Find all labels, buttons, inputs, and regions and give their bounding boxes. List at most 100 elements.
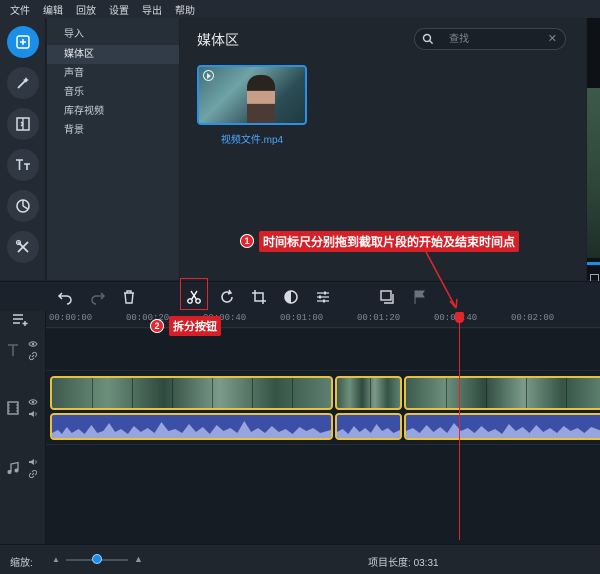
transitions-button[interactable]	[7, 108, 39, 140]
link-icon[interactable]	[28, 351, 38, 361]
time-ruler[interactable]: 00:00:00 00:00:20 00:00:40 00:01:00 00:0…	[46, 311, 600, 328]
menu-settings[interactable]: 设置	[109, 2, 129, 17]
preview-progress-bar[interactable]	[587, 262, 600, 265]
ruler-tick-label: 00:01:00	[280, 313, 324, 323]
preview-player	[587, 18, 600, 283]
project-length-value: 03:31	[413, 558, 439, 569]
clear-search-icon[interactable]: ✕	[548, 32, 557, 45]
music-track[interactable]	[46, 445, 600, 544]
ruler-tick-label: 00:02:00	[511, 313, 555, 323]
menu-file[interactable]: 文件	[10, 2, 30, 17]
clip-properties-button[interactable]	[313, 287, 333, 307]
music-note-icon	[7, 461, 19, 474]
flag-icon	[414, 290, 425, 304]
contrast-icon	[284, 290, 298, 304]
filters-button[interactable]	[7, 67, 39, 99]
audio-clip[interactable]	[404, 413, 600, 440]
color-adjust-button[interactable]	[281, 287, 301, 307]
text-track[interactable]	[46, 329, 600, 371]
zoom-in-icon[interactable]: ▲	[134, 554, 143, 564]
add-track-icon[interactable]	[12, 312, 30, 326]
menu-export[interactable]: 导出	[142, 2, 162, 17]
speaker-icon[interactable]	[28, 457, 38, 467]
timeline-tracks	[46, 329, 600, 544]
category-music[interactable]: 音乐	[47, 83, 179, 102]
project-length-label: 项目长度:	[368, 558, 411, 569]
titles-icon	[16, 159, 30, 170]
audio-waveform	[52, 421, 331, 438]
project-length: 项目长度: 03:31	[368, 554, 439, 569]
ruler-tick-label: 00:00:00	[49, 313, 93, 323]
category-media[interactable]: 媒体区	[47, 45, 179, 64]
rotate-icon	[221, 289, 233, 303]
speaker-icon[interactable]	[28, 409, 38, 419]
annotation-badge: 1	[240, 234, 254, 248]
category-stock-video[interactable]: 库存视频	[47, 102, 179, 121]
crop-button[interactable]	[249, 287, 269, 307]
annotation-text: 时间标尺分别拖到截取片段的开始及结束时间点	[259, 230, 520, 252]
menu-edit[interactable]: 编辑	[43, 2, 63, 17]
menu-help[interactable]: 帮助	[175, 2, 195, 17]
zoom-out-icon[interactable]: ▲	[52, 555, 60, 564]
annotation-step-1: 1 时间标尺分别拖到截取片段的开始及结束时间点	[240, 230, 520, 252]
media-file-name: 视频文件.mp4	[220, 135, 284, 146]
import-plus-icon	[16, 35, 30, 49]
import-button[interactable]	[7, 26, 39, 58]
menu-bar: 文件 编辑 回放 设置 导出 帮助	[0, 0, 600, 18]
annotation-text: 拆分按钮	[169, 316, 221, 336]
search-input[interactable]	[449, 32, 539, 47]
menu-playback[interactable]: 回放	[76, 2, 96, 17]
undo-icon	[57, 292, 72, 305]
category-sound[interactable]: 声音	[47, 64, 179, 83]
ruler-tick-label: 00:01:20	[357, 313, 401, 323]
stickers-icon	[16, 199, 30, 213]
eye-icon[interactable]	[28, 339, 38, 349]
delete-button[interactable]	[119, 287, 139, 307]
audio-waveform	[337, 424, 400, 438]
redo-button[interactable]	[88, 287, 108, 307]
category-import[interactable]: 导入	[47, 25, 179, 44]
text-track-icon	[8, 344, 18, 356]
undo-button[interactable]	[55, 287, 75, 307]
annotation-badge: 2	[150, 319, 164, 333]
thumbnail-person-image	[247, 75, 275, 123]
record-voiceover-button[interactable]	[377, 287, 397, 307]
video-clip[interactable]	[404, 376, 600, 410]
eye-icon[interactable]	[28, 397, 38, 407]
video-editor-window: 文件 编辑 回放 设置 导出 帮助 导入 媒体区 声音 音乐 库存视频 背景 媒…	[0, 0, 600, 574]
audio-waveform	[406, 423, 600, 438]
track-headers	[0, 311, 46, 544]
tools-icon	[15, 239, 29, 253]
playhead-handle[interactable]	[455, 312, 464, 323]
media-thumbnail[interactable]	[197, 65, 307, 125]
audio-clip[interactable]	[335, 413, 402, 440]
annotation-step-2: 2 拆分按钮	[150, 316, 221, 336]
stickers-button[interactable]	[7, 190, 39, 222]
video-clip[interactable]	[50, 376, 333, 410]
zoom-slider[interactable]: ▲ ▲	[52, 554, 148, 564]
titles-button[interactable]	[7, 149, 39, 181]
search-icon	[422, 33, 434, 45]
audio-clip[interactable]	[50, 413, 333, 440]
tools-button[interactable]	[7, 231, 39, 263]
zoom-slider-handle[interactable]	[92, 554, 102, 564]
marker-button[interactable]	[410, 287, 430, 307]
video-clip[interactable]	[335, 376, 402, 410]
video-track-icon	[7, 401, 19, 415]
preview-frame	[587, 88, 600, 258]
play-icon	[203, 70, 214, 81]
rotate-button[interactable]	[217, 287, 237, 307]
video-track[interactable]	[46, 371, 600, 445]
transitions-icon	[16, 117, 30, 131]
magic-wand-icon	[17, 77, 29, 89]
link-icon[interactable]	[28, 469, 38, 479]
trash-icon	[124, 290, 134, 304]
search-box[interactable]: ✕	[414, 28, 566, 50]
crop-icon	[252, 290, 266, 304]
playhead-line[interactable]	[459, 316, 460, 540]
timeline-toolbar	[0, 281, 600, 311]
category-backgrounds[interactable]: 背景	[47, 121, 179, 140]
redo-icon	[91, 292, 106, 305]
monitor-icon	[380, 290, 394, 304]
split-button-highlight	[180, 278, 208, 310]
